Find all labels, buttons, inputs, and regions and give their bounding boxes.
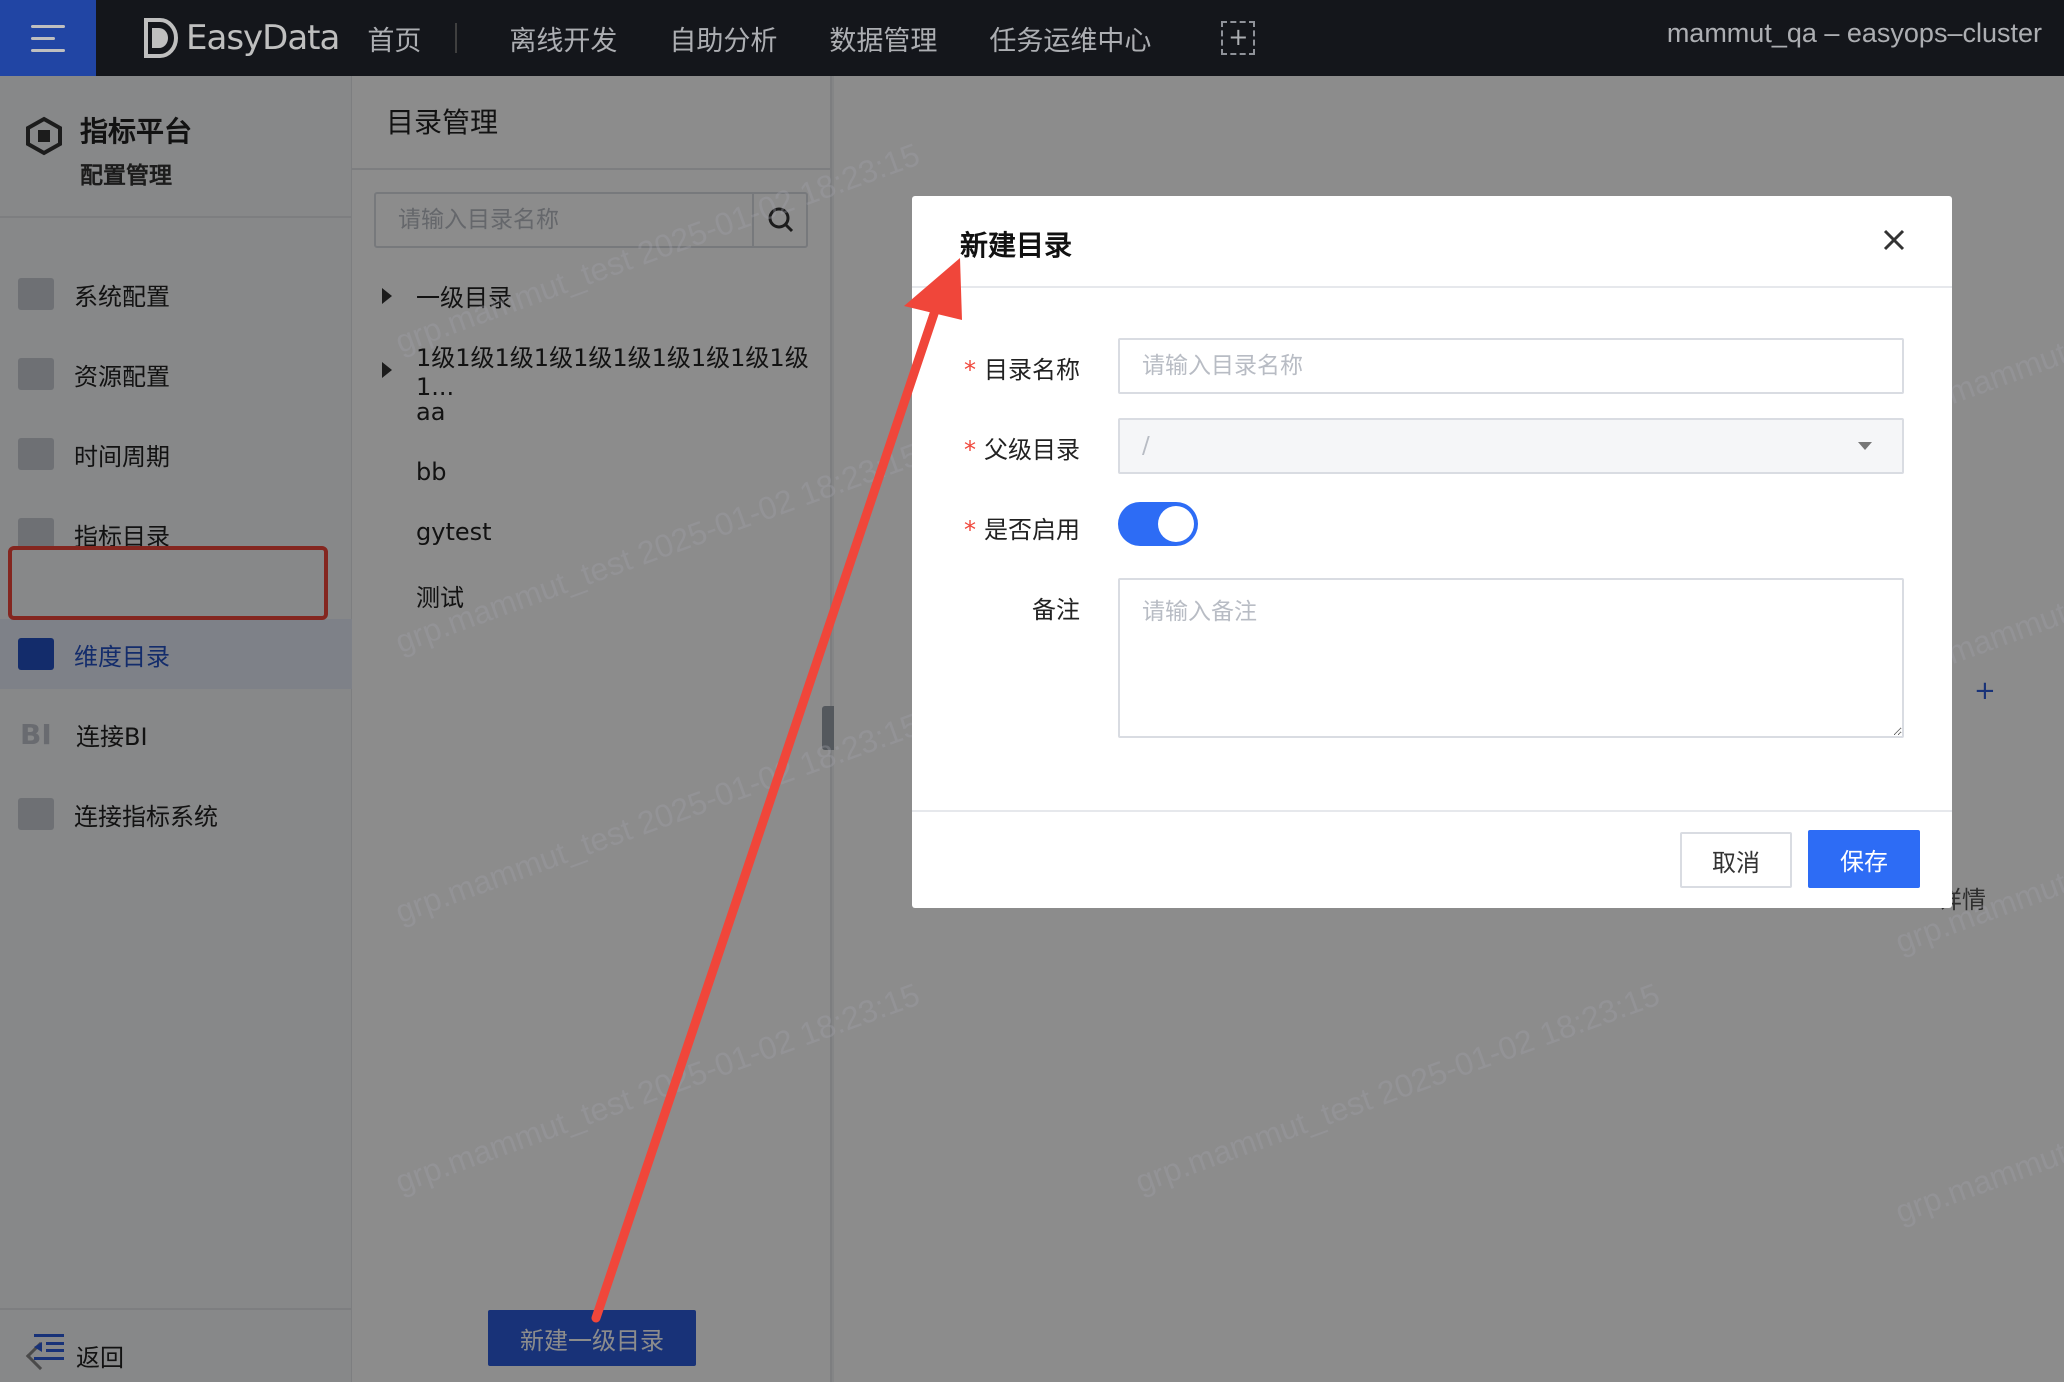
- close-icon[interactable]: [1880, 226, 1908, 254]
- field-label: * 父级目录: [964, 436, 1080, 464]
- dialog-title: 新建目录: [960, 229, 1073, 262]
- required-mark: *: [964, 436, 976, 464]
- parent-catalog-value: /: [1142, 433, 1150, 459]
- parent-catalog-select[interactable]: /: [1118, 418, 1904, 474]
- new-catalog-dialog: 新建目录 *目录名称 *父级目录 / *是否启用 备注 取消 保存: [912, 196, 1952, 908]
- catalog-name-input[interactable]: [1118, 338, 1904, 394]
- required-mark: *: [964, 516, 976, 544]
- required-mark: *: [964, 356, 976, 384]
- form-row-enabled: * 是否启用: [912, 510, 1952, 545]
- chevron-down-icon: [1858, 442, 1872, 450]
- dialog-header: 新建目录: [912, 196, 1952, 288]
- field-label: 备注: [1032, 596, 1080, 624]
- toggle-knob: [1158, 506, 1194, 542]
- remark-textarea[interactable]: [1118, 578, 1904, 738]
- topbar-mask: [0, 0, 2064, 76]
- enabled-toggle[interactable]: [1118, 502, 1198, 546]
- field-label: * 目录名称: [964, 356, 1080, 384]
- save-button[interactable]: 保存: [1808, 830, 1920, 888]
- dialog-footer: 取消 保存: [912, 810, 1952, 908]
- field-label: * 是否启用: [964, 516, 1080, 544]
- cancel-button[interactable]: 取消: [1680, 832, 1792, 888]
